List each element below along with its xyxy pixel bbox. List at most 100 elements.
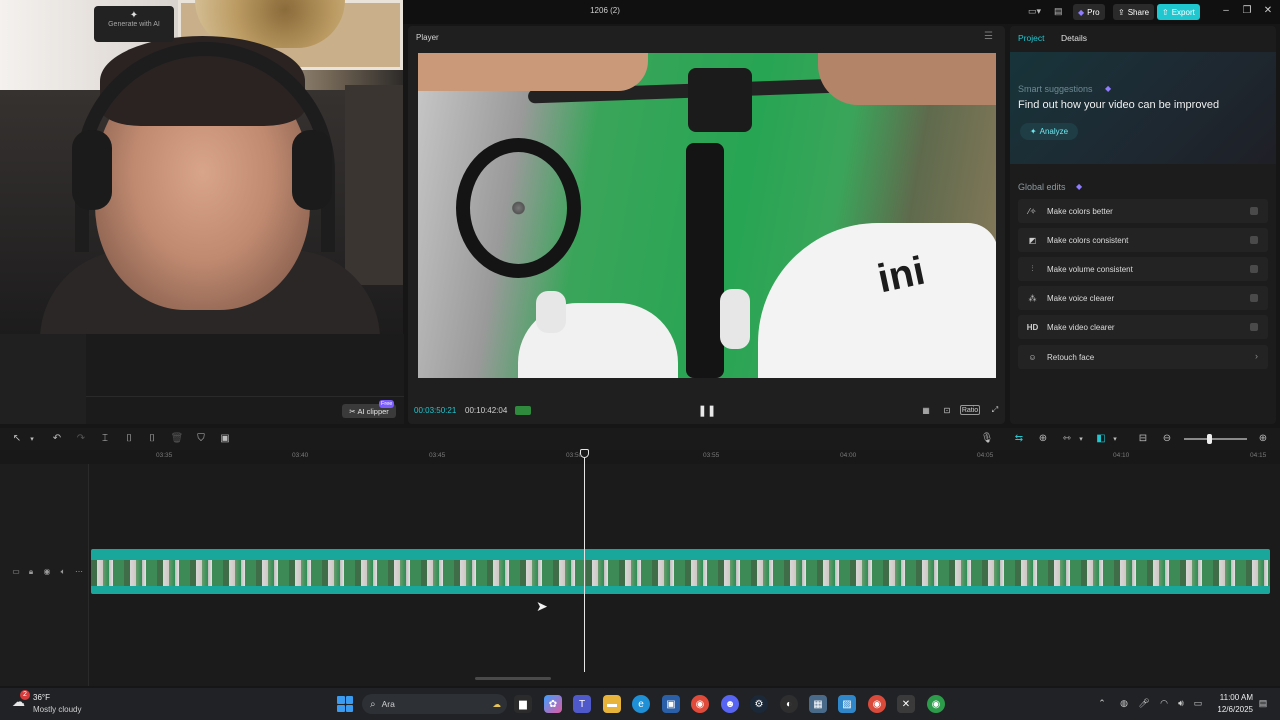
close-icon[interactable]: ✕ xyxy=(1261,5,1275,16)
edit-row-colors-better[interactable]: ⁄✧ Make colors better xyxy=(1018,199,1268,223)
eye-icon[interactable]: ◉ xyxy=(41,567,53,576)
link-icon[interactable]: ⇆ xyxy=(1012,433,1026,444)
ratio-button[interactable]: Ratio xyxy=(960,405,980,415)
search-highlight-icon: ☁ xyxy=(492,698,502,709)
image-viewer-icon[interactable]: ▨ xyxy=(838,695,856,713)
taskbar-search[interactable]: ⌕ Ara ☁ xyxy=(362,694,507,714)
teams-icon[interactable]: T xyxy=(573,695,591,713)
caption-icon[interactable]: ⊟ xyxy=(1136,433,1150,444)
edit-row-volume-consistent[interactable]: ⫶ Make volume consistent xyxy=(1018,257,1268,281)
toggle-checkbox[interactable] xyxy=(1250,265,1258,273)
horizontal-scrollbar[interactable] xyxy=(475,677,551,680)
weather-temperature[interactable]: 36°F xyxy=(33,693,50,702)
delete-icon[interactable]: 🗑 xyxy=(170,433,184,444)
export-button[interactable]: ⇧ Export xyxy=(1157,4,1200,20)
microphone-tray-icon[interactable]: 🎤︎ xyxy=(1138,698,1150,709)
pause-icon[interactable]: ❚❚ xyxy=(698,403,716,417)
chevron-down-icon[interactable]: ▾ xyxy=(1074,435,1088,443)
toggle-checkbox[interactable] xyxy=(1250,236,1258,244)
edit-label: Make voice clearer xyxy=(1047,293,1115,303)
chevron-down-icon[interactable]: ▾ xyxy=(1108,435,1122,443)
capcut-icon[interactable]: ✕ xyxy=(897,695,915,713)
media-icon[interactable]: ▣ xyxy=(218,433,232,444)
marker-icon[interactable]: ⛉ xyxy=(194,433,208,444)
pro-button[interactable]: ◆ Pro xyxy=(1073,4,1105,20)
undo-icon[interactable]: ↶ xyxy=(50,433,64,444)
media-sidebar xyxy=(0,334,86,424)
file-explorer-icon[interactable]: ▬ xyxy=(603,695,621,713)
toggle-checkbox[interactable] xyxy=(1250,323,1258,331)
volume-icon[interactable]: 🔊︎ xyxy=(1175,698,1187,709)
chrome-icon[interactable]: ◉ xyxy=(691,695,709,713)
edit-row-colors-consistent[interactable]: ◩ Make colors consistent xyxy=(1018,228,1268,252)
lock-icon[interactable]: 🔒︎ xyxy=(25,567,37,577)
zoom-out-icon[interactable]: ⊖ xyxy=(1160,433,1174,444)
layout-icon[interactable]: ▭▾ xyxy=(1028,6,1041,17)
discord-icon[interactable]: ☻ xyxy=(721,695,739,713)
toggle-checkbox[interactable] xyxy=(1250,207,1258,215)
edge-icon[interactable]: e xyxy=(632,695,650,713)
menu-icon[interactable]: ☰ xyxy=(984,31,993,42)
wifi-icon[interactable]: ◠ xyxy=(1158,698,1170,709)
store-icon[interactable]: ▣ xyxy=(662,695,680,713)
edit-row-video-clearer[interactable]: HD Make video clearer xyxy=(1018,315,1268,339)
start-button[interactable] xyxy=(337,696,353,712)
chrome-alt-icon[interactable]: ◉ xyxy=(927,695,945,713)
timecode-format-icon[interactable] xyxy=(515,406,531,415)
track-cover-icon[interactable]: ▭ xyxy=(10,567,22,576)
task-view-icon[interactable]: ▆ xyxy=(514,695,532,713)
fullscreen-icon[interactable]: ⤢ xyxy=(989,403,1001,417)
analyze-button[interactable]: ✦ Analyze xyxy=(1020,123,1078,140)
snap-icon[interactable]: ⊕ xyxy=(1036,433,1050,444)
chrome-profile-icon[interactable]: ◉ xyxy=(868,695,886,713)
video-preview[interactable]: ini xyxy=(418,53,996,378)
more-icon[interactable]: ⋯ xyxy=(73,567,85,576)
restore-icon[interactable]: ❐ xyxy=(1240,5,1254,16)
network-app-icon[interactable]: ◍ xyxy=(1118,698,1130,709)
split-right-icon[interactable]: ⌷ xyxy=(145,433,159,444)
microphone-icon[interactable]: 🎙 xyxy=(980,433,994,444)
free-badge: Free xyxy=(379,400,395,408)
connect-icon[interactable]: ⇿ xyxy=(1060,433,1074,444)
playhead[interactable] xyxy=(584,449,585,672)
shortcuts-icon[interactable]: ▤ xyxy=(1054,6,1063,17)
split-left-icon[interactable]: ⌷ xyxy=(122,433,136,444)
tab-details[interactable]: Details xyxy=(1061,33,1087,43)
show-hidden-icons-icon[interactable]: ⌃ xyxy=(1096,698,1108,709)
minimize-icon[interactable]: – xyxy=(1219,5,1233,16)
clock-date[interactable]: 12/6/2025 xyxy=(1210,705,1253,714)
calculator-icon[interactable]: ▦ xyxy=(809,695,827,713)
playhead-handle[interactable] xyxy=(580,449,589,458)
copilot-icon[interactable]: ✿ xyxy=(544,695,562,713)
app-icon[interactable]: ◐ xyxy=(780,695,798,713)
edit-label: Make video clearer xyxy=(1047,322,1115,332)
select-tool-icon[interactable]: ↖ xyxy=(10,433,24,444)
edit-row-voice-clearer[interactable]: ⁂ Make voice clearer xyxy=(1018,286,1268,310)
weather-description[interactable]: Mostly cloudy xyxy=(33,705,81,714)
zoom-icon[interactable]: ⊡ xyxy=(940,403,954,417)
share-icon: ⇪ xyxy=(1118,7,1125,17)
edit-row-retouch-face[interactable]: ☺ Retouch face › xyxy=(1018,345,1268,369)
tab-project[interactable]: Project xyxy=(1018,33,1044,43)
generate-with-ai-button[interactable]: ✦ Generate with AI xyxy=(94,6,174,42)
diamond-icon: ◆ xyxy=(1105,84,1112,93)
toggle-checkbox[interactable] xyxy=(1250,294,1258,302)
redo-icon[interactable]: ↷ xyxy=(74,433,88,444)
chevron-down-icon[interactable]: ▾ xyxy=(25,435,39,443)
speaker-icon[interactable]: 🔈︎ xyxy=(57,567,69,577)
scissors-icon: ✂ xyxy=(349,406,356,416)
share-button[interactable]: ⇪ Share xyxy=(1113,4,1155,20)
zoom-slider[interactable] xyxy=(1184,438,1247,440)
steam-icon[interactable]: ⚙ xyxy=(750,695,768,713)
zoom-slider-handle[interactable] xyxy=(1207,434,1212,444)
split-icon[interactable]: ⌶ xyxy=(98,433,112,444)
clock-time[interactable]: 11:00 AM xyxy=(1213,693,1253,702)
battery-icon[interactable]: ▭ xyxy=(1192,698,1204,709)
sparkle-icon: ✦ xyxy=(1029,127,1037,136)
fit-icon[interactable]: ▦ xyxy=(919,403,933,417)
timeline-ruler[interactable] xyxy=(0,450,1280,464)
preview-axis-icon[interactable]: ◧ xyxy=(1094,433,1108,444)
zoom-in-icon[interactable]: ⊕ xyxy=(1256,433,1270,444)
ruler-label: 03:55 xyxy=(703,452,720,459)
notification-icon[interactable]: ▤ xyxy=(1257,698,1269,709)
